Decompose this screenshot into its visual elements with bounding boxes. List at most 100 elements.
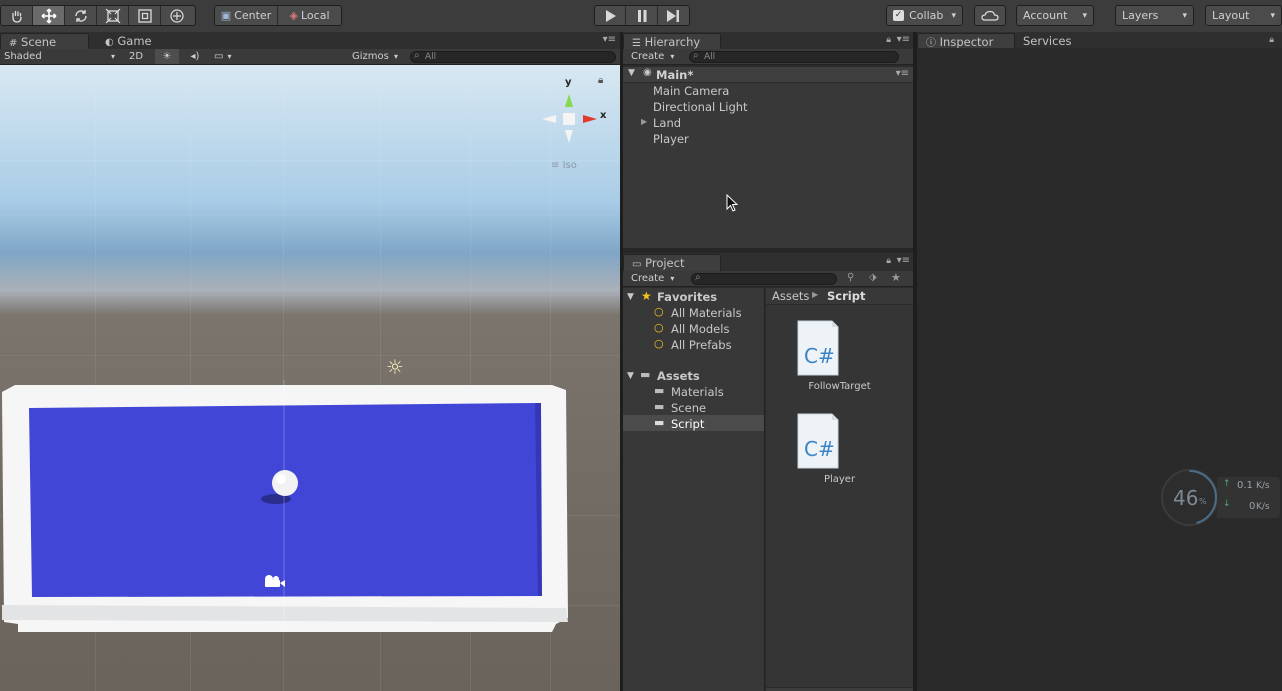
project-search-input[interactable] bbox=[691, 273, 837, 285]
projection-label: Iso bbox=[562, 160, 577, 171]
csharp-script-icon: C# bbox=[797, 320, 839, 376]
mouse-cursor-icon bbox=[726, 194, 738, 212]
favorites-header[interactable]: Favorites bbox=[657, 289, 717, 305]
panel-menu-icon[interactable]: ▾≡ bbox=[897, 34, 910, 45]
hierarchy-item[interactable]: Player bbox=[653, 131, 689, 147]
tab-game[interactable]: ◐ Game bbox=[97, 33, 167, 50]
favorite-item[interactable]: All Materials bbox=[671, 305, 742, 321]
directional-light-gizmo[interactable]: ☼ bbox=[386, 357, 404, 377]
scene-header-row[interactable]: ▼ ◉ Main* ▾≡ bbox=[623, 67, 913, 83]
rotate-tool-button[interactable] bbox=[65, 6, 97, 25]
tab-scene-label: Scene bbox=[21, 35, 57, 49]
collab-check-icon: ✓ bbox=[893, 10, 904, 21]
space-local-button[interactable]: ◈ Local bbox=[278, 6, 341, 25]
panel-menu-icon[interactable]: ▾≡ bbox=[603, 34, 616, 45]
hand-tool-button[interactable] bbox=[1, 6, 33, 25]
lock-icon[interactable]: 🔒︎ bbox=[886, 256, 891, 266]
chevron-down-icon: ▾ bbox=[394, 52, 399, 61]
search-by-type-icon[interactable]: ⚲ bbox=[847, 272, 854, 283]
hierarchy-create-dropdown[interactable]: Create ▾ bbox=[627, 49, 685, 64]
asset-file-label[interactable]: FollowTarget bbox=[766, 381, 913, 392]
assets-header[interactable]: Assets bbox=[657, 368, 700, 384]
audio-toggle[interactable]: ◂) bbox=[183, 49, 207, 64]
project-asset-grid: Assets ▶ Script C# FollowTarget C# Playe… bbox=[766, 288, 913, 691]
folder-icon: ▬ bbox=[640, 368, 651, 381]
collab-group: ✓ Collab bbox=[886, 5, 963, 26]
projection-toggle[interactable]: ≡ Iso bbox=[551, 160, 577, 171]
favorite-item[interactable]: All Models bbox=[671, 321, 729, 337]
folder-item[interactable]: Materials bbox=[671, 384, 724, 400]
account-dropdown[interactable]: Account bbox=[1017, 6, 1093, 25]
play-button[interactable] bbox=[595, 6, 627, 25]
scene-orientation-gizmo[interactable]: y x bbox=[540, 77, 615, 157]
network-speed-panel: ↑ 0.1 K/s ↓ 0 K/s bbox=[1217, 477, 1280, 518]
pivot-center-button[interactable]: ▣ Center bbox=[215, 6, 279, 25]
camera-gizmo[interactable] bbox=[262, 573, 286, 593]
scale-icon bbox=[105, 8, 120, 23]
cloud-button[interactable] bbox=[975, 6, 1005, 25]
scene-search-input[interactable]: All bbox=[410, 51, 616, 63]
triangle-down-icon[interactable]: ▼ bbox=[627, 371, 634, 381]
asset-file-label[interactable]: Player bbox=[766, 474, 913, 485]
scene-grid-icon: # bbox=[9, 38, 18, 49]
breadcrumb-root[interactable]: Assets bbox=[772, 289, 809, 303]
chevron-down-icon: ▾ bbox=[670, 274, 675, 283]
hierarchy-item[interactable]: Main Camera bbox=[653, 83, 729, 99]
tab-scene[interactable]: # Scene bbox=[0, 33, 89, 50]
layers-dropdown[interactable]: Layers bbox=[1116, 6, 1193, 25]
hierarchy-tree: ▼ ◉ Main* ▾≡ Main Camera Directional Lig… bbox=[623, 67, 913, 248]
hand-icon bbox=[11, 10, 22, 23]
game-pacman-icon: ◐ bbox=[105, 37, 114, 48]
pause-button[interactable] bbox=[626, 6, 658, 25]
project-create-dropdown[interactable]: Create ▾ bbox=[627, 271, 685, 286]
asset-size-slider[interactable] bbox=[766, 687, 913, 691]
transform-tool-button[interactable] bbox=[161, 6, 193, 25]
layout-dropdown[interactable]: Layout bbox=[1206, 6, 1281, 25]
effects-dropdown[interactable]: ▭ ▾ bbox=[210, 49, 242, 64]
pivot-toggles: ▣ Center ◈ Local bbox=[214, 5, 342, 26]
land-object[interactable] bbox=[0, 380, 575, 635]
triangle-right-icon[interactable]: ▶ bbox=[641, 117, 647, 126]
toggle-2d-button[interactable]: 2D bbox=[124, 49, 148, 64]
transform-icon bbox=[170, 8, 184, 23]
scene-view[interactable]: 🔒︎ y x ≡ Iso ☼ bbox=[0, 65, 620, 691]
project-create-label: Create bbox=[631, 273, 665, 284]
lock-icon[interactable]: 🔒︎ bbox=[886, 35, 891, 45]
main-toolbar: ▣ Center ◈ Local ✓ Collab Account bbox=[0, 0, 1282, 32]
star-icon[interactable]: ★ bbox=[891, 271, 901, 284]
lighting-toggle[interactable]: ☀ bbox=[155, 49, 179, 64]
scale-tool-button[interactable] bbox=[97, 6, 129, 25]
gizmo-x-label: x bbox=[600, 110, 607, 121]
gauge-unit: % bbox=[1199, 497, 1207, 506]
folder-item-selected[interactable]: Script bbox=[671, 416, 704, 432]
center-icon: ▣ bbox=[220, 9, 232, 22]
shading-mode-dropdown[interactable]: Shaded ▾ bbox=[0, 49, 118, 64]
hierarchy-search-input[interactable]: All bbox=[689, 51, 899, 63]
move-icon bbox=[41, 8, 56, 23]
tab-hierarchy[interactable]: ☰ Hierarchy bbox=[623, 33, 721, 50]
scene-menu-icon[interactable]: ▾≡ bbox=[896, 68, 909, 79]
hierarchy-item[interactable]: Directional Light bbox=[653, 99, 748, 115]
project-tabbar: ▭ Project 🔒︎ ▾≡ bbox=[623, 253, 913, 271]
sun-icon: ☀ bbox=[162, 51, 172, 62]
hierarchy-item[interactable]: Land bbox=[653, 115, 681, 131]
inspector-body: 46 % ↑ 0.1 K/s ↓ 0 K/s bbox=[917, 48, 1282, 691]
tab-project[interactable]: ▭ Project bbox=[623, 254, 721, 271]
lock-icon[interactable]: 🔒︎ bbox=[1269, 35, 1274, 45]
folder-item[interactable]: Scene bbox=[671, 400, 706, 416]
move-tool-button[interactable] bbox=[33, 6, 65, 25]
rect-tool-button[interactable] bbox=[129, 6, 161, 25]
rect-icon bbox=[137, 8, 152, 23]
collab-dropdown[interactable]: ✓ Collab bbox=[887, 6, 962, 25]
gizmos-dropdown[interactable]: Gizmos ▾ bbox=[348, 49, 404, 64]
folder-icon: ▬ bbox=[654, 416, 665, 429]
scene-search-placeholder: All bbox=[425, 52, 437, 62]
hierarchy-control-bar: Create ▾ All bbox=[623, 49, 913, 65]
playmode-controls bbox=[594, 5, 690, 26]
tag-icon[interactable]: ⬗ bbox=[869, 272, 877, 283]
favorite-item[interactable]: All Prefabs bbox=[671, 337, 732, 353]
triangle-down-icon[interactable]: ▼ bbox=[627, 292, 634, 302]
panel-menu-icon[interactable]: ▾≡ bbox=[897, 255, 910, 266]
account-label: Account bbox=[1023, 9, 1068, 22]
step-button[interactable] bbox=[657, 6, 689, 25]
